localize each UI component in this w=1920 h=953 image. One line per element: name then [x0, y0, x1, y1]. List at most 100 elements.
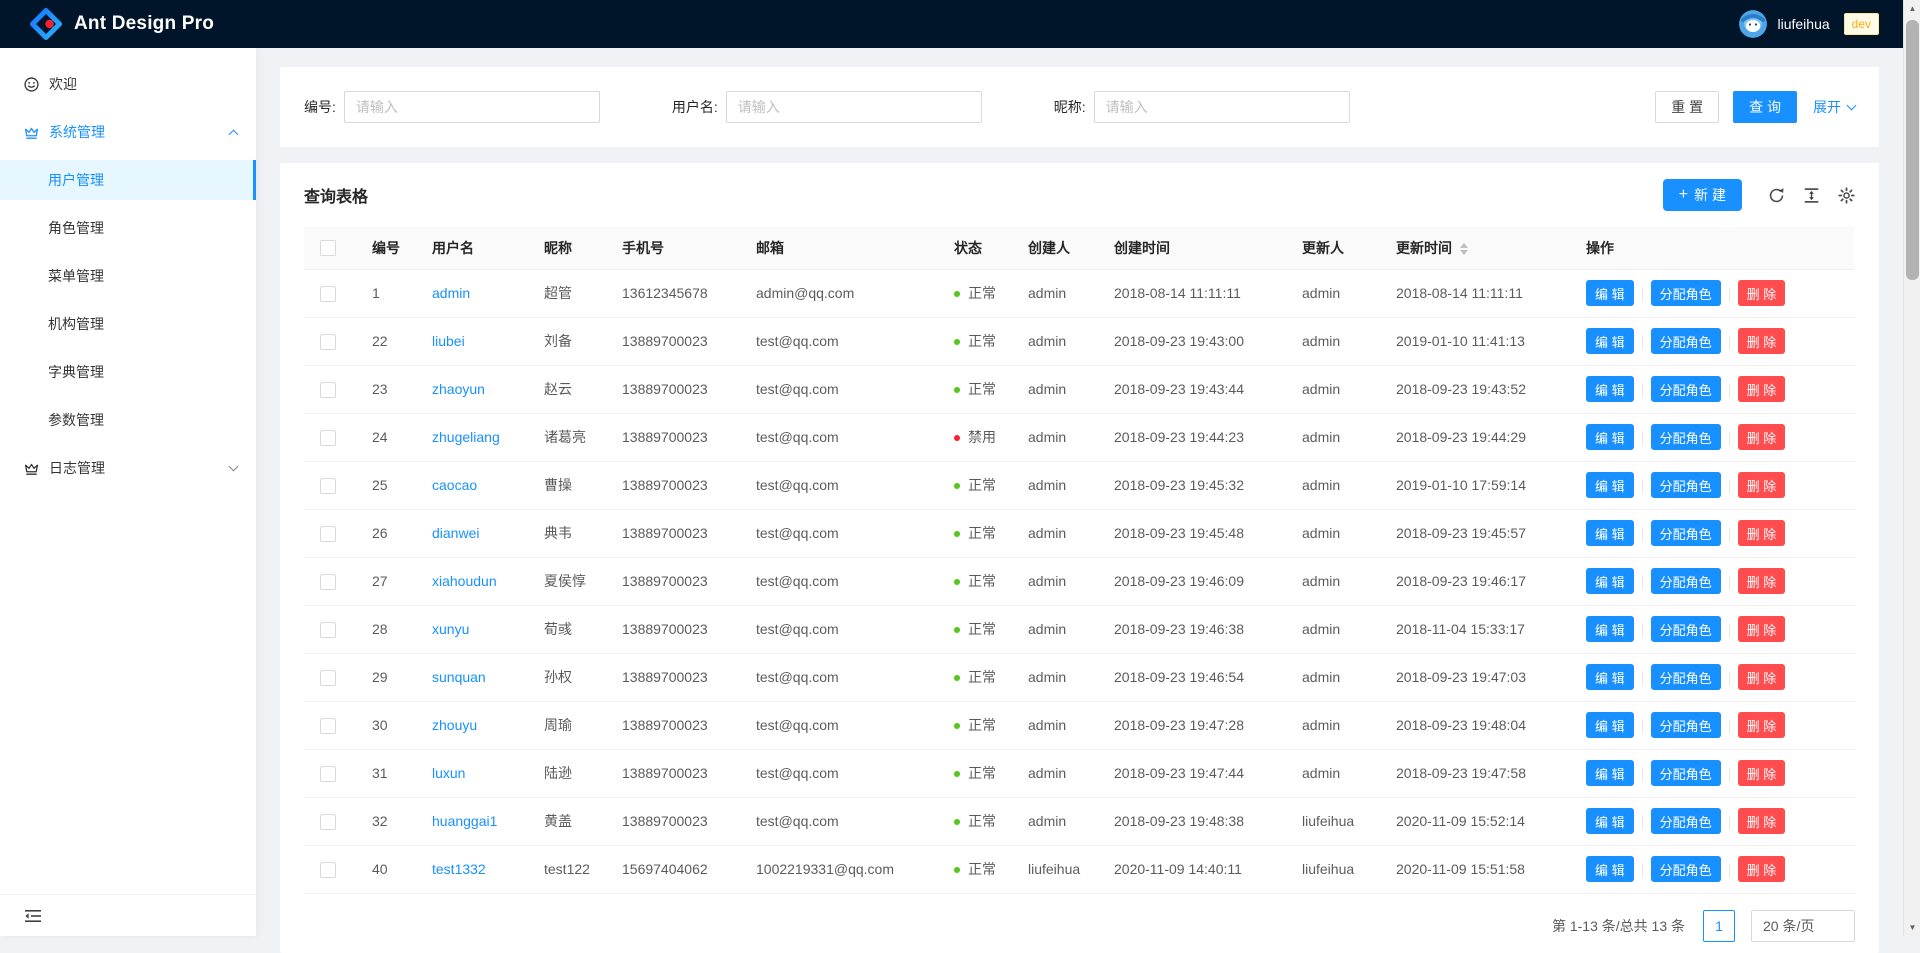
row-checkbox[interactable]: [320, 574, 336, 590]
username-link[interactable]: test1332: [432, 861, 486, 877]
delete-button[interactable]: 删 除: [1738, 664, 1786, 690]
smile-icon: [24, 77, 39, 92]
username-link[interactable]: luxun: [432, 765, 465, 781]
delete-button[interactable]: 删 除: [1738, 280, 1786, 306]
delete-button[interactable]: 删 除: [1738, 616, 1786, 642]
delete-button[interactable]: 删 除: [1738, 328, 1786, 354]
row-checkbox[interactable]: [320, 430, 336, 446]
row-checkbox[interactable]: [320, 526, 336, 542]
select-all-checkbox[interactable]: [320, 240, 336, 256]
username-link[interactable]: zhaoyun: [432, 381, 485, 397]
id-input[interactable]: [344, 91, 600, 123]
app-logo[interactable]: Ant Design Pro: [30, 8, 214, 40]
row-checkbox[interactable]: [320, 766, 336, 782]
edit-button[interactable]: 编 辑: [1586, 472, 1634, 498]
delete-button[interactable]: 删 除: [1738, 520, 1786, 546]
row-checkbox[interactable]: [320, 670, 336, 686]
action-divider: [1729, 768, 1730, 782]
page-size-select[interactable]: 20 条/页: [1751, 910, 1855, 942]
edit-button[interactable]: 编 辑: [1586, 280, 1634, 306]
expand-link[interactable]: 展开: [1813, 97, 1855, 117]
username-link[interactable]: huanggai1: [432, 813, 497, 829]
pagination-page-1[interactable]: 1: [1703, 910, 1735, 942]
menu-fold-icon[interactable]: [24, 907, 42, 925]
assign-role-button[interactable]: 分配角色: [1651, 664, 1721, 690]
sidebar-item-welcome[interactable]: 欢迎: [0, 64, 256, 104]
username-link[interactable]: admin: [432, 285, 470, 301]
row-checkbox[interactable]: [320, 382, 336, 398]
row-checkbox[interactable]: [320, 814, 336, 830]
row-checkbox[interactable]: [320, 718, 336, 734]
sidebar-submenu-system[interactable]: 系统管理: [0, 112, 256, 152]
edit-button[interactable]: 编 辑: [1586, 520, 1634, 546]
edit-button[interactable]: 编 辑: [1586, 856, 1634, 882]
assign-role-button[interactable]: 分配角色: [1651, 424, 1721, 450]
assign-role-button[interactable]: 分配角色: [1651, 808, 1721, 834]
username-link[interactable]: liubei: [432, 333, 465, 349]
username-link[interactable]: zhouyu: [432, 717, 477, 733]
row-select-cell: [304, 845, 364, 893]
scroll-down-arrow[interactable]: ▼: [1904, 919, 1920, 936]
row-checkbox[interactable]: [320, 622, 336, 638]
username-link[interactable]: xiahoudun: [432, 573, 497, 589]
reload-icon[interactable]: [1768, 187, 1785, 204]
edit-button[interactable]: 编 辑: [1586, 424, 1634, 450]
edit-button[interactable]: 编 辑: [1586, 712, 1634, 738]
edit-button[interactable]: 编 辑: [1586, 664, 1634, 690]
reset-button[interactable]: 重 置: [1655, 91, 1719, 123]
nickname-input[interactable]: [1094, 91, 1350, 123]
sidebar-submenu-log[interactable]: 日志管理: [0, 448, 256, 488]
setting-icon[interactable]: [1838, 187, 1855, 204]
delete-button[interactable]: 删 除: [1738, 568, 1786, 594]
sidebar-item-menu-mgmt[interactable]: 菜单管理: [0, 256, 256, 296]
cell-actions: 编 辑分配角色删 除: [1578, 269, 1854, 317]
assign-role-button[interactable]: 分配角色: [1651, 520, 1721, 546]
scrollbar-thumb[interactable]: [1906, 20, 1919, 280]
query-button[interactable]: 查 询: [1733, 91, 1797, 123]
username-link[interactable]: zhugeliang: [432, 429, 500, 445]
edit-button[interactable]: 编 辑: [1586, 328, 1634, 354]
edit-button[interactable]: 编 辑: [1586, 568, 1634, 594]
edit-button[interactable]: 编 辑: [1586, 616, 1634, 642]
username-text[interactable]: liufeihua: [1777, 16, 1829, 32]
cell-phone: 13889700023: [614, 413, 748, 461]
delete-button[interactable]: 删 除: [1738, 424, 1786, 450]
delete-button[interactable]: 删 除: [1738, 808, 1786, 834]
scroll-up-arrow[interactable]: ▲: [1904, 0, 1920, 17]
sidebar-item-param-mgmt[interactable]: 参数管理: [0, 400, 256, 440]
assign-role-button[interactable]: 分配角色: [1651, 616, 1721, 642]
user-avatar[interactable]: [1739, 10, 1767, 38]
row-checkbox[interactable]: [320, 862, 336, 878]
sort-control[interactable]: [1460, 243, 1468, 255]
delete-button[interactable]: 删 除: [1738, 760, 1786, 786]
assign-role-button[interactable]: 分配角色: [1651, 328, 1721, 354]
sidebar-item-dict-mgmt[interactable]: 字典管理: [0, 352, 256, 392]
edit-button[interactable]: 编 辑: [1586, 808, 1634, 834]
assign-role-button[interactable]: 分配角色: [1651, 472, 1721, 498]
column-height-icon[interactable]: [1803, 187, 1820, 204]
new-button[interactable]: + 新 建: [1663, 179, 1742, 211]
username-input[interactable]: [726, 91, 982, 123]
delete-button[interactable]: 删 除: [1738, 856, 1786, 882]
username-link[interactable]: sunquan: [432, 669, 486, 685]
sidebar-item-org-mgmt[interactable]: 机构管理: [0, 304, 256, 344]
delete-button[interactable]: 删 除: [1738, 376, 1786, 402]
row-checkbox[interactable]: [320, 478, 336, 494]
row-checkbox[interactable]: [320, 334, 336, 350]
assign-role-button[interactable]: 分配角色: [1651, 856, 1721, 882]
username-link[interactable]: dianwei: [432, 525, 479, 541]
edit-button[interactable]: 编 辑: [1586, 376, 1634, 402]
sidebar-item-user-mgmt[interactable]: 用户管理: [0, 160, 256, 200]
assign-role-button[interactable]: 分配角色: [1651, 760, 1721, 786]
username-link[interactable]: xunyu: [432, 621, 469, 637]
assign-role-button[interactable]: 分配角色: [1651, 376, 1721, 402]
delete-button[interactable]: 删 除: [1738, 712, 1786, 738]
username-link[interactable]: caocao: [432, 477, 477, 493]
assign-role-button[interactable]: 分配角色: [1651, 712, 1721, 738]
delete-button[interactable]: 删 除: [1738, 472, 1786, 498]
edit-button[interactable]: 编 辑: [1586, 760, 1634, 786]
row-checkbox[interactable]: [320, 286, 336, 302]
sidebar-item-role-mgmt[interactable]: 角色管理: [0, 208, 256, 248]
assign-role-button[interactable]: 分配角色: [1651, 280, 1721, 306]
assign-role-button[interactable]: 分配角色: [1651, 568, 1721, 594]
